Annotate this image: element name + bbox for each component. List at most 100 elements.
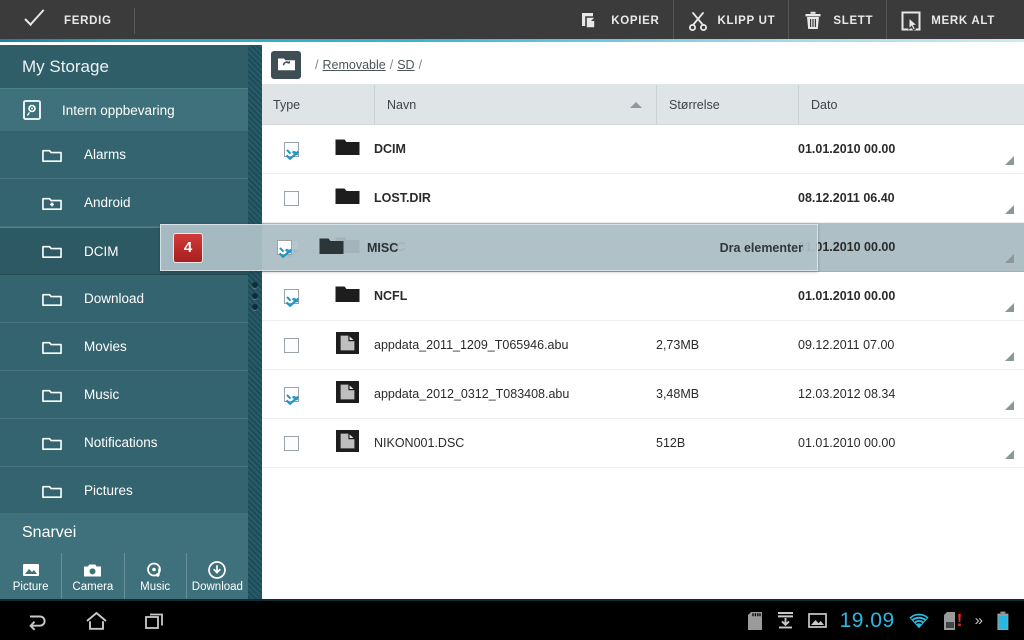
row-resize-corner-icon[interactable] <box>1005 254 1014 263</box>
drag-ghost-overlay[interactable]: 4 MISC Dra elementer <box>160 224 818 271</box>
select-all-button[interactable]: MERK ALT <box>886 0 1008 42</box>
drag-ghost-item-name: MISC <box>367 240 399 255</box>
download-icon <box>776 611 795 630</box>
folder-icon <box>334 185 361 211</box>
row-type-icon-cell <box>320 136 374 162</box>
download-icon <box>207 561 227 579</box>
copy-label: KOPIER <box>611 15 660 27</box>
breadcrumb-link-removable[interactable]: Removable <box>322 58 385 72</box>
row-name: appdata_2011_1209_T065946.abu <box>374 338 569 352</box>
splitter-drag-handle[interactable] <box>252 282 258 310</box>
delete-button[interactable]: SLETT <box>788 0 886 42</box>
row-checkbox-cell[interactable] <box>262 435 320 451</box>
sidebar-item-internal-storage[interactable]: Intern oppbevaring <box>0 88 248 131</box>
breadcrumb-link-sd[interactable]: SD <box>397 58 414 72</box>
row-checkbox-cell[interactable] <box>262 288 320 307</box>
row-date: 09.12.2011 07.00 <box>798 338 895 352</box>
sidebar-item-music[interactable]: Music <box>0 371 248 419</box>
table-row[interactable]: NIKON001.DSC 512B 01.01.2010 00.00 <box>262 419 1024 468</box>
scissors-icon <box>687 10 709 32</box>
drag-hint-label: Dra elementer <box>719 240 803 255</box>
sd-card-icon <box>747 611 763 631</box>
folder-icon <box>42 242 62 260</box>
sidebar-item-notifications[interactable]: Notifications <box>0 419 248 467</box>
column-header-type[interactable]: Type <box>262 85 374 124</box>
row-date: 01.01.2010 00.00 <box>798 436 896 450</box>
check-icon <box>24 12 50 30</box>
row-resize-corner-icon[interactable] <box>1005 450 1014 459</box>
row-checkbox-cell[interactable] <box>262 141 320 160</box>
back-icon[interactable] <box>24 610 50 632</box>
row-resize-corner-icon[interactable] <box>1005 401 1014 410</box>
done-button[interactable]: FERDIG <box>0 0 112 42</box>
home-icon[interactable] <box>84 610 109 632</box>
breadcrumb-bar: / Removable / SD / <box>262 45 1024 85</box>
row-checkbox[interactable] <box>283 386 299 405</box>
row-checkbox[interactable] <box>283 190 299 206</box>
sort-ascending-icon <box>630 101 642 108</box>
more-chevron-icon[interactable]: » <box>975 612 983 629</box>
wifi-icon <box>908 612 930 630</box>
sidebar-item-download[interactable]: Download <box>0 275 248 323</box>
sidebar-item-movies[interactable]: Movies <box>0 323 248 371</box>
music-icon <box>145 561 165 579</box>
shortcut-download[interactable]: Download <box>185 553 248 601</box>
sidebar-item-label: Music <box>84 387 120 402</box>
shortcut-music[interactable]: Music <box>123 553 186 601</box>
row-checkbox-cell[interactable] <box>262 190 320 206</box>
column-label: Dato <box>811 97 838 112</box>
recents-icon[interactable] <box>143 610 167 632</box>
table-row[interactable]: appdata_2012_0312_T083408.abu 3,48MB 12.… <box>262 370 1024 419</box>
sidebar-item-android[interactable]: Android <box>0 179 248 227</box>
column-header-date[interactable]: Dato <box>798 85 1024 124</box>
sidebar-item-alarms[interactable]: Alarms <box>0 131 248 179</box>
row-name: DCIM <box>374 142 406 156</box>
folder-icon <box>42 290 62 308</box>
sidebar-item-label: DCIM <box>84 243 119 259</box>
top-action-bar: FERDIG KOPIER KLIPP UT SLETT MERK ALT <box>0 0 1024 42</box>
table-row[interactable]: appdata_2011_1209_T065946.abu 2,73MB 09.… <box>262 321 1024 370</box>
column-label: Størrelse <box>669 97 720 112</box>
row-checkbox[interactable] <box>283 141 299 160</box>
shortcut-camera[interactable]: Camera <box>61 553 123 601</box>
folder-plus-icon <box>42 194 62 212</box>
row-checkbox-cell[interactable] <box>262 337 320 353</box>
sidebar-item-label: Download <box>84 291 145 306</box>
folder-icon <box>334 136 361 162</box>
table-row[interactable]: DCIM 01.01.2010 00.00 <box>262 125 1024 174</box>
row-checkbox[interactable] <box>283 435 299 451</box>
row-resize-corner-icon[interactable] <box>1005 303 1014 312</box>
cut-button[interactable]: KLIPP UT <box>672 0 789 42</box>
row-resize-corner-icon[interactable] <box>1005 156 1014 165</box>
column-header-name[interactable]: Navn <box>374 85 656 124</box>
trash-icon <box>802 10 824 32</box>
shortcuts-bar: Picture Camera Music Download <box>0 553 248 601</box>
row-resize-corner-icon[interactable] <box>1005 352 1014 361</box>
row-checkbox-cell[interactable] <box>262 386 320 405</box>
row-checkbox[interactable] <box>283 337 299 353</box>
sidebar-item-pictures[interactable]: Pictures <box>0 467 248 515</box>
folder-icon <box>42 146 62 164</box>
table-header: Type Navn Størrelse Dato <box>262 85 1024 125</box>
sidebar-item-label: Movies <box>84 339 127 354</box>
sidebar-item-label: Notifications <box>84 435 158 450</box>
table-row[interactable]: NCFL 01.01.2010 00.00 <box>262 272 1024 321</box>
file-icon <box>335 380 360 409</box>
table-row[interactable]: LOST.DIR 08.12.2011 06.40 <box>262 174 1024 223</box>
sidebar-item-label: Alarms <box>84 147 127 162</box>
shortcut-picture[interactable]: Picture <box>0 553 61 601</box>
row-resize-corner-icon[interactable] <box>1005 205 1014 214</box>
breadcrumb-trail: / <box>418 57 423 72</box>
handle-dot <box>252 304 258 310</box>
column-header-size[interactable]: Størrelse <box>656 85 798 124</box>
copy-button[interactable]: KOPIER <box>567 0 672 42</box>
row-type-icon-cell <box>320 283 374 309</box>
sidebar-item-label: Pictures <box>84 483 133 498</box>
copy-icon <box>580 10 602 32</box>
row-checkbox[interactable] <box>283 288 299 307</box>
camera-icon <box>83 561 103 579</box>
row-name: NCFL <box>374 289 408 303</box>
folder-refresh-icon[interactable] <box>271 50 301 79</box>
folder-icon <box>42 434 62 452</box>
panel-splitter[interactable] <box>248 45 262 601</box>
